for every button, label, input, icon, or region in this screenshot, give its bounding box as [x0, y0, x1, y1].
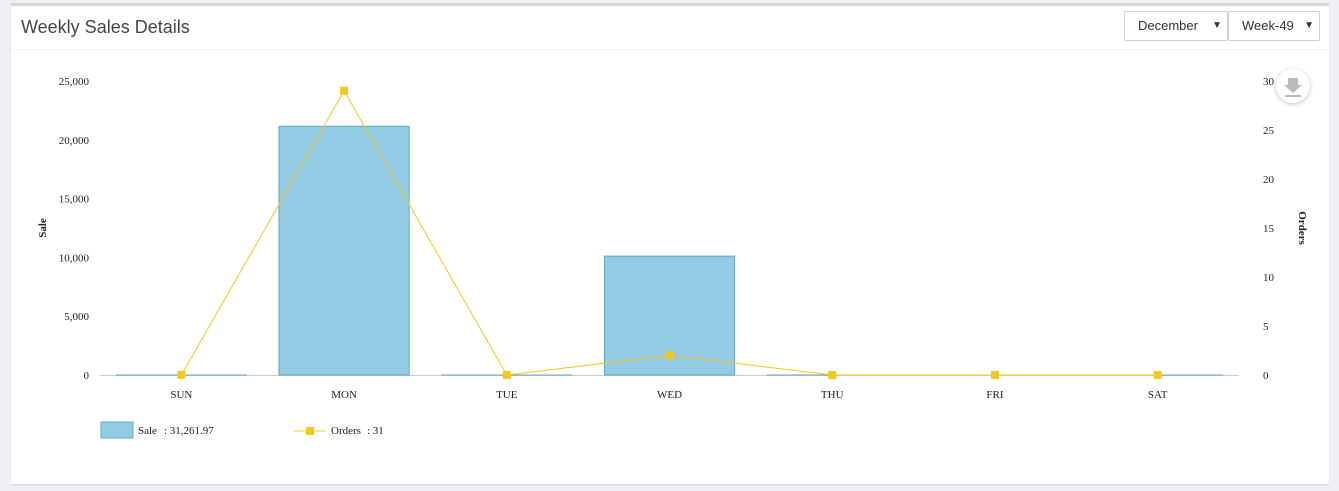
y-tick-label: 15,000: [59, 194, 90, 206]
orders-point: [665, 351, 674, 360]
y2-tick-label: 0: [1263, 370, 1269, 382]
y2-tick-label: 15: [1263, 223, 1275, 235]
caret-down-icon: ▼: [1304, 20, 1314, 31]
x-tick-label: FRI: [986, 389, 1003, 401]
x-tick-label: WED: [657, 389, 682, 401]
page-title: Weekly Sales Details: [21, 17, 190, 37]
x-tick-label: THU: [821, 389, 844, 401]
orders-point: [502, 371, 511, 379]
y2-tick-label: 10: [1263, 272, 1275, 284]
bar-sale: [603, 255, 736, 376]
orders-point: [1153, 371, 1162, 379]
card-header: Weekly Sales Details December ▼ Week-49 …: [11, 6, 1329, 50]
download-icon: [1284, 78, 1302, 97]
orders-point: [990, 371, 999, 379]
legend-orders-label: Orders: [331, 425, 361, 437]
legend-sale-summary: : 31,261.97: [164, 425, 214, 437]
month-select-value: December: [1138, 18, 1198, 33]
y-tick-label: 25,000: [59, 76, 90, 88]
orders-point: [340, 86, 349, 95]
y-axis-title: Sale: [37, 218, 49, 238]
y-tick-label: 0: [84, 370, 90, 382]
y-tick-label: 20,000: [59, 135, 90, 147]
x-tick-label: MON: [331, 389, 357, 401]
week-select[interactable]: Week-49 ▼: [1228, 11, 1320, 41]
legend-orders-summary: : 31: [367, 425, 384, 437]
legend-orders-marker: [306, 427, 314, 435]
weekly-sales-card: Weekly Sales Details December ▼ Week-49 …: [11, 3, 1329, 484]
y-tick-label: 5,000: [64, 311, 89, 323]
y2-tick-label: 20: [1263, 174, 1275, 186]
y-tick-label: 10,000: [59, 252, 90, 264]
y2-tick-label: 25: [1263, 125, 1275, 137]
y2-tick-label: 5: [1263, 321, 1269, 333]
month-select[interactable]: December ▼: [1124, 11, 1228, 41]
week-select-value: Week-49: [1242, 18, 1294, 33]
weekly-sales-chart: 0 5,000 10,000 15,000 20,000 25,000 0 5 10 15 20 25…: [37, 76, 1308, 439]
x-tick-label: TUE: [496, 389, 518, 401]
legend-sale-label: Sale: [138, 425, 157, 437]
bar-sale: [278, 125, 410, 376]
x-tick-label: SAT: [1148, 389, 1168, 401]
y2-tick-label: 30: [1263, 76, 1275, 88]
y2-axis-title: Orders: [1296, 211, 1308, 245]
orders-line: [180, 89, 1158, 376]
x-tick-label: SUN: [170, 389, 192, 401]
orders-point: [177, 371, 186, 379]
legend-sale-swatch: [100, 421, 134, 439]
caret-down-icon: ▼: [1212, 20, 1222, 31]
download-button[interactable]: [1276, 69, 1310, 103]
orders-point: [828, 371, 837, 379]
